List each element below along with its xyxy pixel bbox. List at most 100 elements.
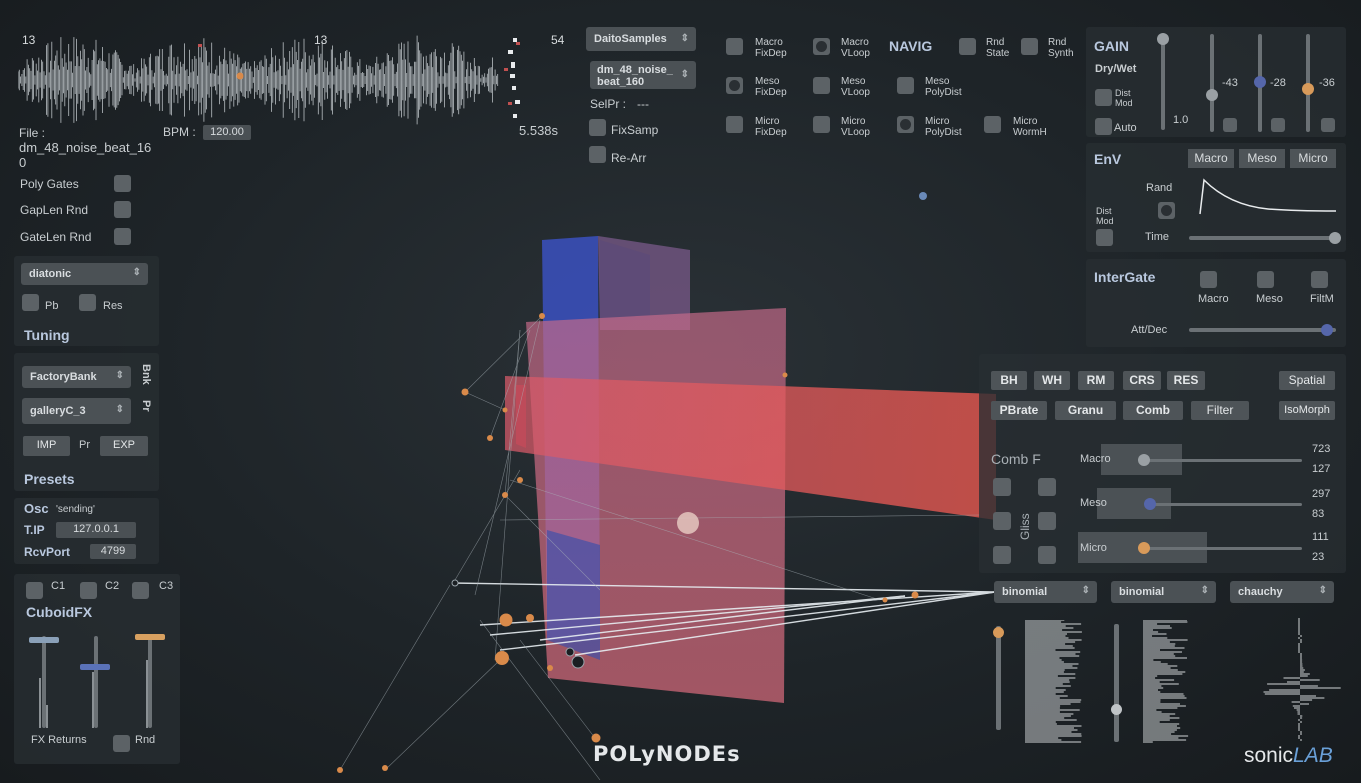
- distribution-select-2[interactable]: binomial ⇕: [1111, 581, 1216, 603]
- waveform-display[interactable]: 13 13 54: [18, 30, 568, 130]
- distribution-slider-1[interactable]: [996, 626, 1001, 730]
- comb-checkbox-4[interactable]: [1038, 512, 1056, 530]
- drywet-knob[interactable]: [1157, 33, 1169, 45]
- drywet-slider[interactable]: [1161, 36, 1165, 130]
- micro-polydist-checkbox[interactable]: [897, 116, 914, 133]
- attdec-knob[interactable]: [1321, 324, 1333, 336]
- listener-sphere[interactable]: [677, 512, 699, 534]
- rcvport-input[interactable]: 4799: [90, 544, 136, 559]
- c3-checkbox[interactable]: [132, 582, 149, 599]
- fixsamp-checkbox[interactable]: [589, 119, 606, 136]
- node[interactable]: [337, 767, 343, 773]
- sample-select[interactable]: dm_48_noise_ beat_160 ⇕: [590, 61, 696, 89]
- env-rand-checkbox[interactable]: [1158, 202, 1175, 219]
- node[interactable]: [782, 372, 788, 378]
- c2-checkbox[interactable]: [80, 582, 97, 599]
- fx-rm-button[interactable]: RM: [1078, 371, 1114, 390]
- rnd-state-checkbox[interactable]: [959, 38, 976, 55]
- meso-fixdep-checkbox[interactable]: [726, 77, 743, 94]
- rnd-synth-checkbox[interactable]: [1021, 38, 1038, 55]
- band-meso-knob[interactable]: [1144, 498, 1156, 510]
- band-macro-slider[interactable]: [1140, 459, 1302, 462]
- node[interactable]: [882, 597, 888, 603]
- comb-checkbox-1[interactable]: [993, 478, 1011, 496]
- node[interactable]: [911, 591, 919, 599]
- distribution-knob-2[interactable]: [1111, 704, 1122, 715]
- node[interactable]: [517, 477, 523, 483]
- env-tab-meso[interactable]: Meso: [1239, 149, 1285, 168]
- gain-mute-3[interactable]: [1321, 118, 1335, 132]
- band-micro-slider[interactable]: [1140, 547, 1302, 550]
- meso-polydist-checkbox[interactable]: [897, 77, 914, 94]
- macro-fixdep-checkbox[interactable]: [726, 38, 743, 55]
- env-tab-micro[interactable]: Micro: [1290, 149, 1336, 168]
- spatial-button[interactable]: Spatial: [1279, 371, 1335, 390]
- node[interactable]: [499, 613, 513, 627]
- node[interactable]: [539, 313, 545, 319]
- node[interactable]: [547, 665, 553, 671]
- export-button[interactable]: EXP: [100, 436, 148, 456]
- rnd-checkbox[interactable]: [113, 735, 130, 752]
- auto-checkbox[interactable]: [1095, 118, 1112, 135]
- node[interactable]: [382, 765, 388, 771]
- gain-mute-1[interactable]: [1223, 118, 1237, 132]
- env-time-knob[interactable]: [1329, 232, 1341, 244]
- env-time-slider[interactable]: [1189, 236, 1336, 240]
- envelope-curve[interactable]: [1198, 176, 1338, 216]
- comb-checkbox-2[interactable]: [1038, 478, 1056, 496]
- fx-pbrate-button[interactable]: PBrate: [991, 401, 1047, 420]
- gain-knob-3[interactable]: [1302, 83, 1314, 95]
- gain-knob-1[interactable]: [1206, 89, 1218, 101]
- tip-input[interactable]: 127.0.0.1: [56, 522, 136, 538]
- intergate-meso-checkbox[interactable]: [1257, 271, 1274, 288]
- bank-select[interactable]: FactoryBank ⇕: [22, 366, 131, 388]
- macro-vloop-checkbox[interactable]: [813, 38, 830, 55]
- node[interactable]: [502, 492, 508, 498]
- fx-bh-button[interactable]: BH: [991, 371, 1027, 390]
- distribution-select-3[interactable]: chauchy ⇕: [1230, 581, 1334, 603]
- fx-res-button[interactable]: RES: [1167, 371, 1205, 390]
- gain-dist-mod-checkbox[interactable]: [1095, 89, 1112, 106]
- res-checkbox[interactable]: [79, 294, 96, 311]
- band-meso-slider[interactable]: [1146, 503, 1302, 506]
- fx-return-slider-2[interactable]: [94, 636, 98, 728]
- fx-crs-button[interactable]: CRS: [1123, 371, 1161, 390]
- gaplen-rnd-checkbox[interactable]: [114, 201, 131, 218]
- gain-mute-2[interactable]: [1271, 118, 1285, 132]
- isomorph-button[interactable]: IsoMorph: [1279, 401, 1335, 420]
- pb-checkbox[interactable]: [22, 294, 39, 311]
- node[interactable]: [495, 651, 509, 665]
- fx-wh-button[interactable]: WH: [1034, 371, 1070, 390]
- gain-slider-1[interactable]: [1210, 34, 1214, 132]
- fx-filter-button[interactable]: Filter: [1191, 401, 1249, 420]
- distribution-select-1[interactable]: binomial ⇕: [994, 581, 1097, 603]
- node[interactable]: [461, 388, 469, 396]
- scale-select[interactable]: diatonic ⇕: [21, 263, 148, 285]
- band-micro-knob[interactable]: [1138, 542, 1150, 554]
- distribution-slider-2[interactable]: [1114, 624, 1119, 742]
- fx-return-slider-3[interactable]: [148, 636, 152, 728]
- node[interactable]: [526, 614, 534, 622]
- attdec-slider[interactable]: [1189, 328, 1336, 332]
- node[interactable]: [502, 407, 508, 413]
- comb-checkbox-3[interactable]: [993, 512, 1011, 530]
- micro-fixdep-checkbox[interactable]: [726, 116, 743, 133]
- comb-checkbox-5[interactable]: [993, 546, 1011, 564]
- sample-source-select[interactable]: DaitoSamples ⇕: [586, 27, 696, 51]
- micro-wormh-checkbox[interactable]: [984, 116, 1001, 133]
- micro-vloop-checkbox[interactable]: [813, 116, 830, 133]
- meso-vloop-checkbox[interactable]: [813, 77, 830, 94]
- fx-granu-button[interactable]: Granu: [1055, 401, 1116, 420]
- preset-select[interactable]: galleryC_3 ⇕: [22, 398, 131, 424]
- intergate-macro-checkbox[interactable]: [1200, 271, 1217, 288]
- gain-knob-2[interactable]: [1254, 76, 1266, 88]
- distribution-knob-1[interactable]: [993, 627, 1004, 638]
- bpm-input[interactable]: 120.00: [203, 125, 251, 140]
- c1-checkbox[interactable]: [26, 582, 43, 599]
- poly-gates-checkbox[interactable]: [114, 175, 131, 192]
- rearr-checkbox[interactable]: [589, 146, 606, 163]
- intergate-filtm-checkbox[interactable]: [1311, 271, 1328, 288]
- gatelen-rnd-checkbox[interactable]: [114, 228, 131, 245]
- band-macro-knob[interactable]: [1138, 454, 1150, 466]
- import-button[interactable]: IMP: [23, 436, 70, 456]
